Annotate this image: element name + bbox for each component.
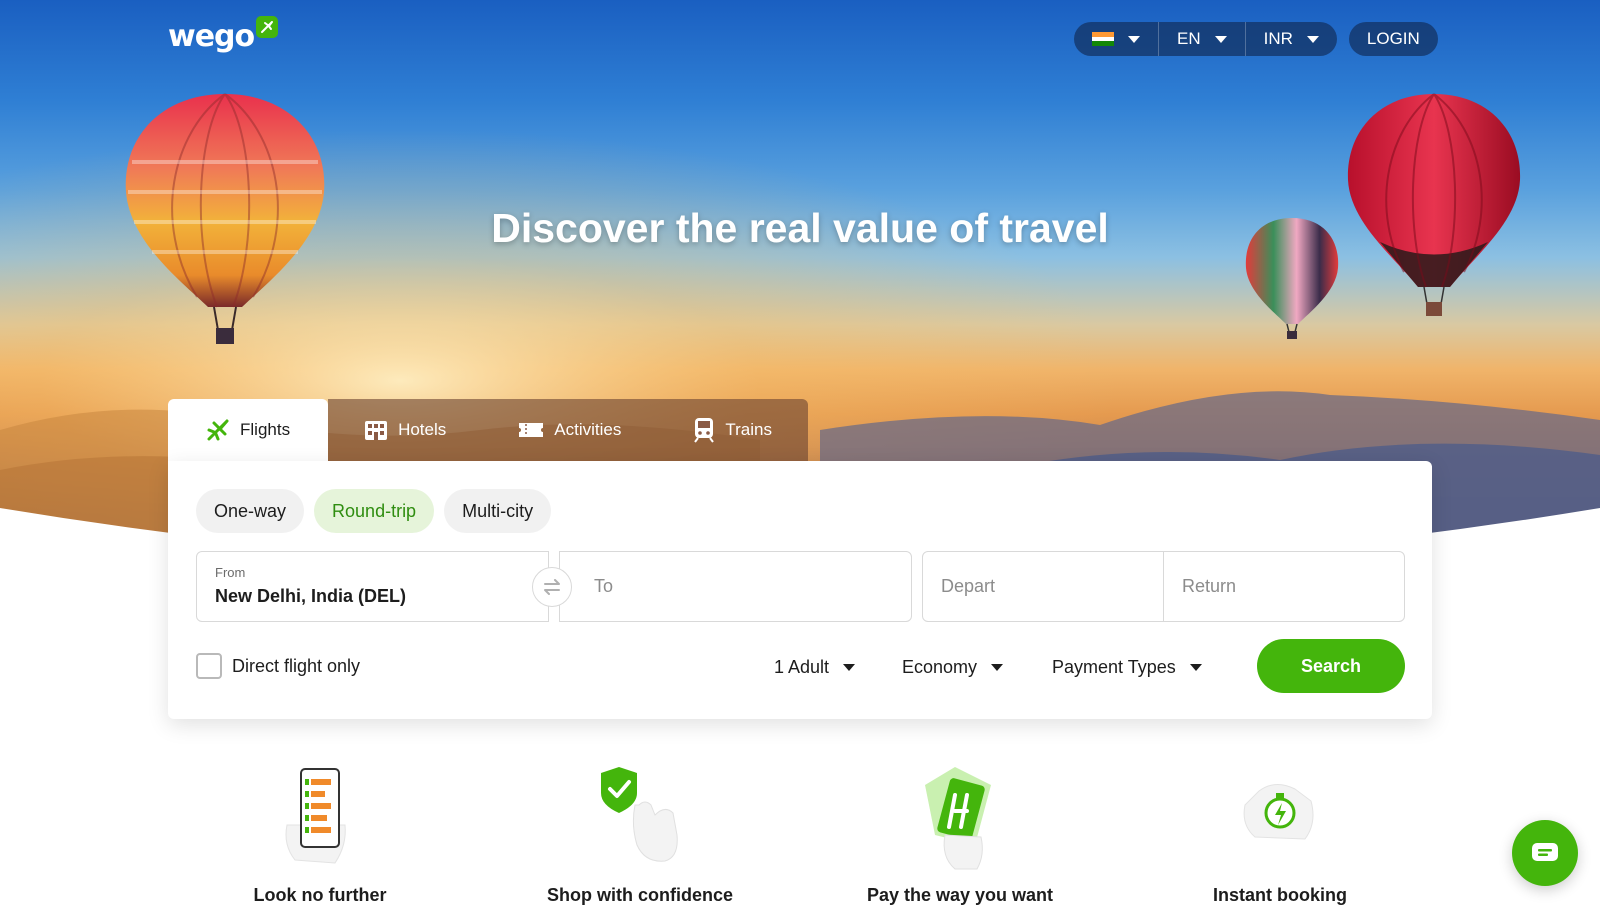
feature-label: Instant booking (1213, 885, 1347, 905)
hero-title: Discover the real value of travel (491, 205, 1109, 251)
chat-bubble-icon (1532, 843, 1558, 861)
product-tabs: Flights Hotels Activities Trains (168, 399, 808, 461)
feature-label: Shop with confidence (546, 885, 733, 905)
feature-look-no-further: Look no further (200, 765, 440, 905)
wego-logo[interactable]: wego (168, 16, 279, 64)
chevron-down-icon (843, 663, 856, 671)
trip-type-multi-city[interactable]: Multi-city (444, 489, 552, 533)
to-field[interactable]: To (559, 551, 912, 622)
search-button[interactable]: Search (1257, 639, 1405, 693)
phone-list-icon (285, 768, 346, 864)
feature-pay-the-way: Pay the way you want (840, 765, 1080, 905)
cabin-class-value: Economy (902, 656, 978, 677)
swap-locations-button[interactable] (532, 567, 572, 607)
plane-icon (207, 419, 229, 441)
feature-shop-with-confidence: Shop with confidence (520, 765, 760, 905)
depart-placeholder: Depart (941, 576, 996, 596)
tab-label: Hotels (398, 420, 447, 439)
payment-cards-icon (925, 767, 991, 870)
chat-support-button[interactable] (1512, 820, 1578, 886)
from-field[interactable]: From New Delhi, India (DEL) (196, 551, 549, 622)
to-placeholder: To (594, 576, 614, 596)
depart-date-field[interactable]: Depart (922, 551, 1164, 622)
payment-types-value: Payment Types (1052, 656, 1176, 677)
trip-type-round-trip[interactable]: Round-trip (314, 489, 435, 533)
chevron-down-icon (1214, 35, 1227, 43)
language-value: EN (1177, 29, 1201, 48)
from-label: From (215, 565, 246, 580)
feature-label: Look no further (253, 885, 387, 905)
direct-flight-toggle[interactable]: Direct flight only (196, 653, 360, 679)
language-selector[interactable]: EN (1159, 22, 1246, 56)
currency-value: INR (1263, 29, 1293, 48)
plane-badge-icon (256, 16, 279, 38)
payment-types-selector[interactable]: Payment Types (1052, 651, 1202, 683)
india-flag-icon (1092, 32, 1114, 47)
feature-instant-booking: Instant booking (1160, 765, 1400, 905)
hotel-icon (365, 421, 388, 440)
header-controls: EN INR LOGIN (1074, 22, 1438, 56)
swap-arrows-icon (544, 579, 560, 595)
tab-activities[interactable]: Activities (482, 399, 658, 461)
shield-check-icon (601, 767, 678, 862)
currency-selector[interactable]: INR (1246, 22, 1337, 56)
trip-type-one-way[interactable]: One-way (196, 489, 305, 533)
return-placeholder: Return (1182, 576, 1237, 596)
tab-hotels[interactable]: Hotels (328, 399, 483, 461)
login-button[interactable]: LOGIN (1348, 22, 1438, 56)
tab-label: Flights (240, 420, 291, 439)
return-date-field[interactable]: Return (1163, 551, 1405, 622)
tab-trains[interactable]: Trains (657, 399, 808, 461)
direct-flight-checkbox[interactable] (196, 653, 222, 679)
direct-flight-label: Direct flight only (232, 655, 361, 676)
tab-flights[interactable]: Flights (168, 399, 329, 461)
chevron-down-icon (991, 663, 1004, 671)
from-value: New Delhi, India (DEL) (215, 586, 407, 606)
passenger-selector[interactable]: 1 Adult (774, 651, 856, 683)
flight-search-card: One-way Round-trip Multi-city From New D… (168, 461, 1432, 719)
chevron-down-icon (1128, 35, 1140, 43)
ticket-icon (519, 423, 544, 437)
train-icon (694, 418, 715, 443)
chevron-down-icon (1306, 35, 1319, 43)
cabin-class-selector[interactable]: Economy (902, 651, 1004, 683)
locale-selector-group: EN INR (1074, 22, 1337, 56)
chevron-down-icon (1189, 663, 1202, 671)
passenger-value: 1 Adult (774, 656, 830, 677)
logo-wordmark: wego (168, 19, 255, 54)
feature-label: Pay the way you want (866, 885, 1054, 905)
stopwatch-icon (1243, 784, 1314, 840)
country-selector[interactable] (1074, 22, 1159, 56)
tab-label: Trains (725, 420, 772, 439)
trip-type-selector: One-way Round-trip Multi-city (196, 489, 552, 533)
tab-label: Activities (554, 420, 622, 439)
